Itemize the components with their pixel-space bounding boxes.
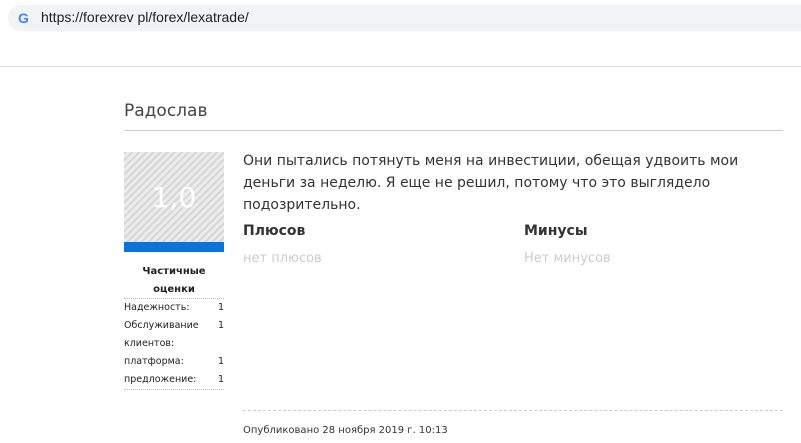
rating-row: предложение: 1 bbox=[124, 371, 224, 390]
pros-title: Плюсов bbox=[243, 223, 306, 239]
rating-label: Обслуживание клиентов: bbox=[124, 320, 199, 349]
divider bbox=[243, 410, 783, 411]
rating-row: платформа: 1 bbox=[124, 353, 224, 371]
divider bbox=[0, 66, 801, 67]
rating-value: 1 bbox=[217, 356, 224, 367]
partial-ratings-table: Надежность: 1 Обслуживание клиентов: 1 пла… bbox=[124, 298, 224, 390]
partial-ratings-title: Частичные оценки bbox=[142, 266, 206, 295]
cons-title: Минусы bbox=[524, 223, 588, 239]
divider bbox=[124, 130, 783, 131]
google-icon: G bbox=[18, 10, 29, 26]
published-date: Опубликовано 28 ноября 2019 г. 10:13 bbox=[243, 425, 448, 436]
rating-value: 1 bbox=[217, 320, 224, 331]
pros-text: нет плюсов bbox=[243, 251, 322, 266]
overall-score: 1,0 bbox=[124, 152, 224, 242]
rating-row: Обслуживание клиентов: 1 bbox=[124, 317, 224, 353]
rating-label: платформа: bbox=[124, 356, 184, 367]
url-text[interactable]: https://forexrev pl/forex/lexatrade/ bbox=[41, 9, 249, 25]
rating-label: Надежность: bbox=[124, 302, 190, 313]
rating-value: 1 bbox=[217, 374, 224, 385]
review-text: Они пытались потянуть меня на инвестиции… bbox=[243, 153, 739, 213]
rating-value: 1 bbox=[217, 302, 224, 313]
rating-row: Надежность: 1 bbox=[124, 299, 224, 317]
cons-text: Нет минусов bbox=[524, 251, 611, 266]
rating-label: предложение: bbox=[124, 374, 197, 385]
review-author: Радослав bbox=[124, 101, 208, 121]
score-bar bbox=[124, 242, 224, 252]
